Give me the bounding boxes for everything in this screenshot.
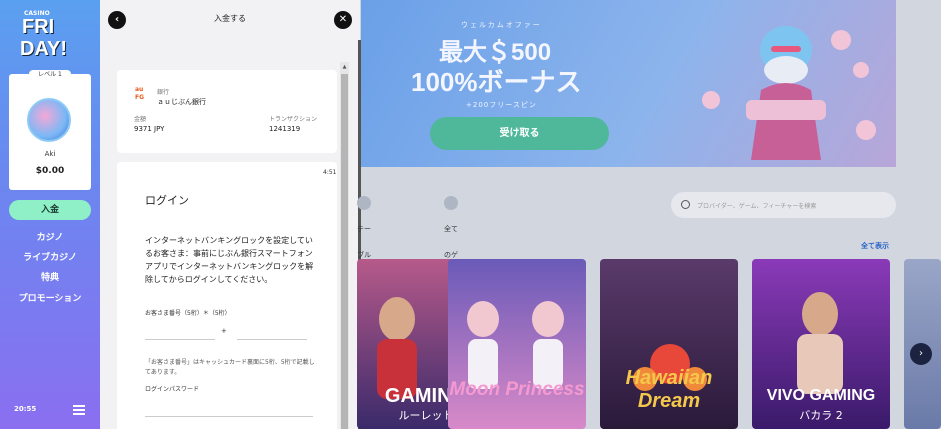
deposit-button[interactable]: 入金 <box>9 200 91 220</box>
customer-number-label: お客さま番号（5桁）＊（5桁） <box>145 310 231 317</box>
plus-sign: + <box>221 327 227 335</box>
customer-number-note: 「お客さま番号」はキャッシュカード裏面に5桁、5桁で記載してあります。 <box>145 359 315 376</box>
casino-friday-logo[interactable]: CASINO FRI DAY! <box>18 8 82 66</box>
login-title: ログイン <box>145 194 189 207</box>
deposit-panel: ‹ 入金する ✕ au FG 銀行 ａｕじぶん銀行 金額 9371 JPY トラ… <box>100 0 361 429</box>
claim-button[interactable]: 受け取る <box>430 117 609 150</box>
transaction-value: 1241319 <box>269 125 301 133</box>
moon-princess-art <box>467 301 564 389</box>
customer-number-field-1[interactable] <box>145 339 215 340</box>
all-games-icon <box>444 196 458 210</box>
profile-card[interactable]: レベル 1 Aki $0.00 <box>9 70 91 190</box>
nav-casino[interactable]: カジノ <box>0 230 100 243</box>
bank-sub-label: 銀行 <box>157 89 170 96</box>
carousel-next-icon[interactable]: › <box>910 343 932 365</box>
nav-live-casino[interactable]: ライブカジノ <box>0 250 100 263</box>
show-all-link[interactable]: 全て表示 <box>861 241 889 251</box>
customer-number-field-2[interactable] <box>237 339 307 340</box>
panel-title: 入金する <box>214 14 246 23</box>
panel-header: ‹ 入金する ✕ <box>100 0 360 40</box>
hamburger-menu-icon[interactable] <box>73 405 85 415</box>
amount-label: 金額 <box>134 116 147 123</box>
avatar[interactable] <box>27 98 71 142</box>
banner-subtitle: ウェルカムオファー <box>461 21 542 29</box>
level-badge: レベル 1 <box>29 70 71 80</box>
tab-table-games[interactable]: テーブルゲーム <box>357 190 375 311</box>
logo-fri-text: FRI <box>22 16 55 38</box>
scrollbar-thumb[interactable] <box>341 74 348 429</box>
scroll-up-icon[interactable]: ▲ <box>341 64 348 71</box>
bank-login-frame: 4:51 ログイン インターネットバンキングロックを設定しているお客さま：事前に… <box>117 162 337 429</box>
table-games-icon <box>357 196 371 210</box>
welcome-banner[interactable]: ウェルカムオファー 最大＄500 100%ボーナス +200フリースピン 受け取… <box>361 0 896 167</box>
game-tile-baccarat[interactable]: VIVO GAMING バカラ 2 <box>752 259 890 429</box>
game-title: VIVO GAMING <box>766 387 876 404</box>
mascot-illustration <box>702 26 876 160</box>
balance: $0.00 <box>35 166 65 176</box>
game-title: Hawaiian Dream <box>625 367 713 412</box>
nav-promotion[interactable]: プロモーション <box>0 291 100 304</box>
game-title: Moon Princess <box>449 379 585 400</box>
banner-line2: 100%ボーナス <box>411 67 582 97</box>
game-search-input[interactable]: プロバイダー、ゲーム、フィーチャーを検索 <box>671 192 896 218</box>
game-tile-moon-princess[interactable]: Moon Princess <box>448 259 586 429</box>
nav-bonus[interactable]: 特典 <box>0 270 100 283</box>
sidebar: CASINO FRI DAY! レベル 1 Aki $0.00 入金 カジノ ラ… <box>0 0 100 429</box>
login-clock: 4:51 <box>323 169 337 176</box>
transaction-label: トランザクション <box>269 116 318 123</box>
banner-line3: +200フリースピン <box>466 101 537 109</box>
bank-summary-card: au FG 銀行 ａｕじぶん銀行 金額 9371 JPY トランザクション 12… <box>117 70 337 153</box>
search-icon <box>681 200 690 209</box>
tab-all-games[interactable]: 全てのゲーム <box>444 190 462 285</box>
bank-name: ａｕじぶん銀行 <box>157 98 206 106</box>
game-tile-hawaiian-dream[interactable]: Hawaiian Dream <box>600 259 738 429</box>
password-label: ログインパスワード <box>145 386 200 393</box>
clock-time: 20:55 <box>14 405 37 413</box>
password-field[interactable] <box>145 416 313 417</box>
username: Aki <box>44 150 56 158</box>
logo-day-text: DAY! <box>20 38 68 60</box>
bank-logo-icon: au FG <box>135 86 145 101</box>
login-message: インターネットバンキングロックを設定しているお客さま：事前にじぶん銀行スマートフ… <box>145 236 314 284</box>
search-placeholder: プロバイダー、ゲーム、フィーチャーを検索 <box>697 203 817 210</box>
amount-value: 9371 JPY <box>134 125 165 133</box>
close-icon[interactable]: ✕ <box>334 11 352 29</box>
casino-lobby: ウェルカムオファー 最大＄500 100%ボーナス +200フリースピン 受け取… <box>357 0 941 429</box>
game-subtitle: バカラ 2 <box>799 409 843 422</box>
